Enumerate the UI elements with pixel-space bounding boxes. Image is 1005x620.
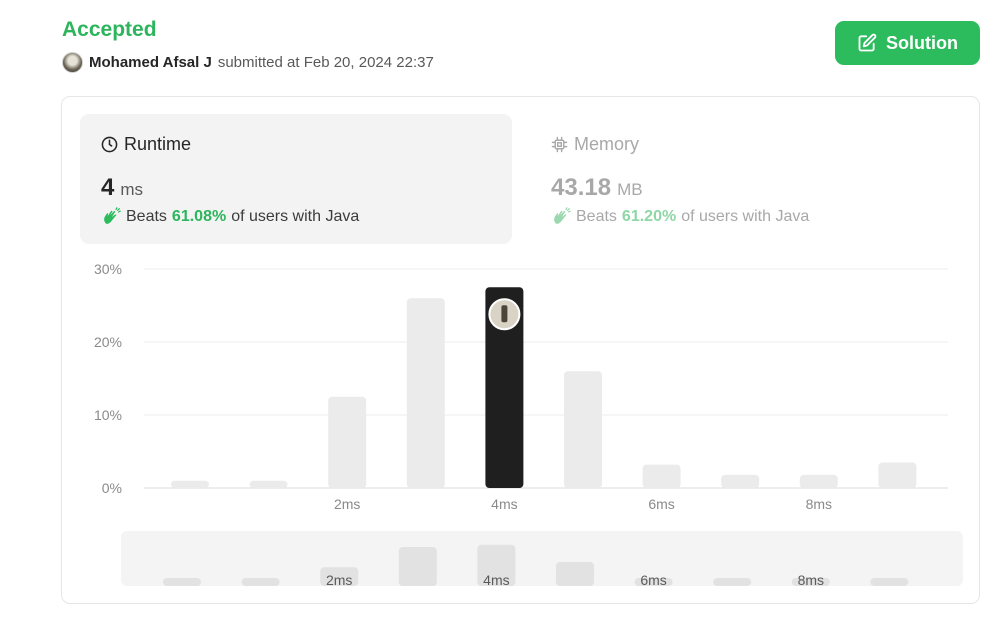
y-tick-label: 20% (94, 334, 122, 350)
x-tick-label: 2ms (334, 496, 360, 512)
brush-bar (556, 562, 594, 586)
bar[interactable] (328, 396, 367, 488)
solution-button[interactable]: Solution (835, 21, 980, 65)
bar[interactable] (249, 480, 288, 488)
x-tick-label: 6ms (648, 496, 674, 512)
bar[interactable] (642, 464, 681, 488)
brush-tick-label: 2ms (326, 572, 352, 588)
edit-icon (858, 33, 877, 52)
x-tick-label: 4ms (491, 496, 517, 512)
brush-tick-label: 4ms (483, 572, 509, 588)
submission-meta: Mohamed Afsal J submitted at Feb 20, 202… (62, 52, 434, 73)
y-tick-label: 10% (94, 407, 122, 423)
result-card: Runtime 4 ms Beats 61.08% of users with … (61, 96, 980, 604)
brush-bar (241, 578, 280, 586)
author-name[interactable]: Mohamed Afsal J (89, 54, 212, 71)
brush-bar (870, 578, 909, 586)
range-brush-background[interactable] (121, 531, 963, 586)
solution-button-label: Solution (886, 32, 958, 53)
brush-bar (163, 578, 201, 586)
submission-status: Accepted (62, 18, 157, 41)
bar[interactable] (406, 298, 445, 488)
bar[interactable] (171, 480, 209, 488)
brush-bar (713, 578, 752, 586)
bar[interactable] (721, 474, 760, 488)
author-avatar[interactable] (62, 52, 83, 73)
y-tick-label: 0% (102, 480, 122, 496)
x-tick-label: 8ms (806, 496, 832, 512)
brush-tick-label: 8ms (798, 572, 824, 588)
brush-tick-label: 6ms (640, 572, 666, 588)
avatar-figure (501, 305, 508, 323)
brush-bar (398, 547, 437, 586)
bar[interactable] (799, 474, 838, 488)
y-tick-label: 30% (94, 261, 122, 277)
submitted-time: submitted at Feb 20, 2024 22:37 (217, 54, 434, 71)
runtime-distribution-chart[interactable]: 30% 20% 10% 0% 2ms 4ms 6ms 8ms 2ms 4ms 6ms 8ms (62, 97, 981, 605)
bar[interactable] (564, 371, 602, 488)
bar[interactable] (878, 462, 917, 488)
